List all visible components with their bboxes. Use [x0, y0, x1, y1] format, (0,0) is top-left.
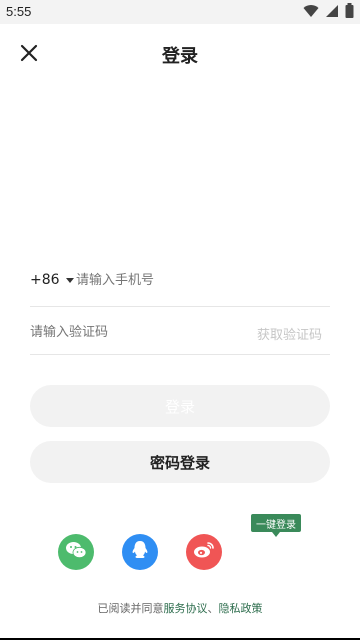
agreement-prefix: 已阅读并同意 [97, 602, 164, 615]
login-button[interactable]: 登录 [30, 385, 330, 427]
wifi-icon [303, 3, 319, 22]
status-icons [303, 2, 354, 22]
weibo-icon [193, 541, 215, 563]
signal-icon [325, 3, 339, 22]
service-agreement-link[interactable]: 服务协议 [164, 602, 208, 615]
weibo-login-button[interactable] [186, 534, 222, 570]
get-code-button[interactable]: 获取验证码 [257, 324, 322, 343]
top-bar: 登录 [0, 24, 360, 80]
page-title: 登录 [162, 46, 198, 67]
one-key-login-badge[interactable]: 一键登录 [251, 514, 301, 537]
agreement-text: 已阅读并同意服务协议、隐私政策 [0, 600, 360, 616]
status-time: 5:55 [6, 4, 32, 19]
chevron-down-icon [65, 277, 74, 283]
country-code: +86 [30, 272, 60, 288]
agreement-separator: 、 [207, 602, 219, 615]
privacy-policy-link[interactable]: 隐私政策 [219, 602, 263, 615]
phone-row: +86 [30, 266, 330, 307]
country-code-selector[interactable]: +86 [30, 272, 74, 288]
code-row: 获取验证码 [30, 314, 330, 355]
battery-icon [345, 2, 354, 22]
status-bar: 5:55 [0, 0, 360, 24]
wechat-login-button[interactable] [58, 534, 94, 570]
password-login-button[interactable]: 密码登录 [30, 441, 330, 483]
qq-login-button[interactable] [122, 534, 158, 570]
verification-code-input[interactable] [30, 324, 220, 339]
wechat-icon [65, 541, 87, 563]
qq-icon [131, 540, 149, 564]
phone-input[interactable] [76, 272, 316, 287]
